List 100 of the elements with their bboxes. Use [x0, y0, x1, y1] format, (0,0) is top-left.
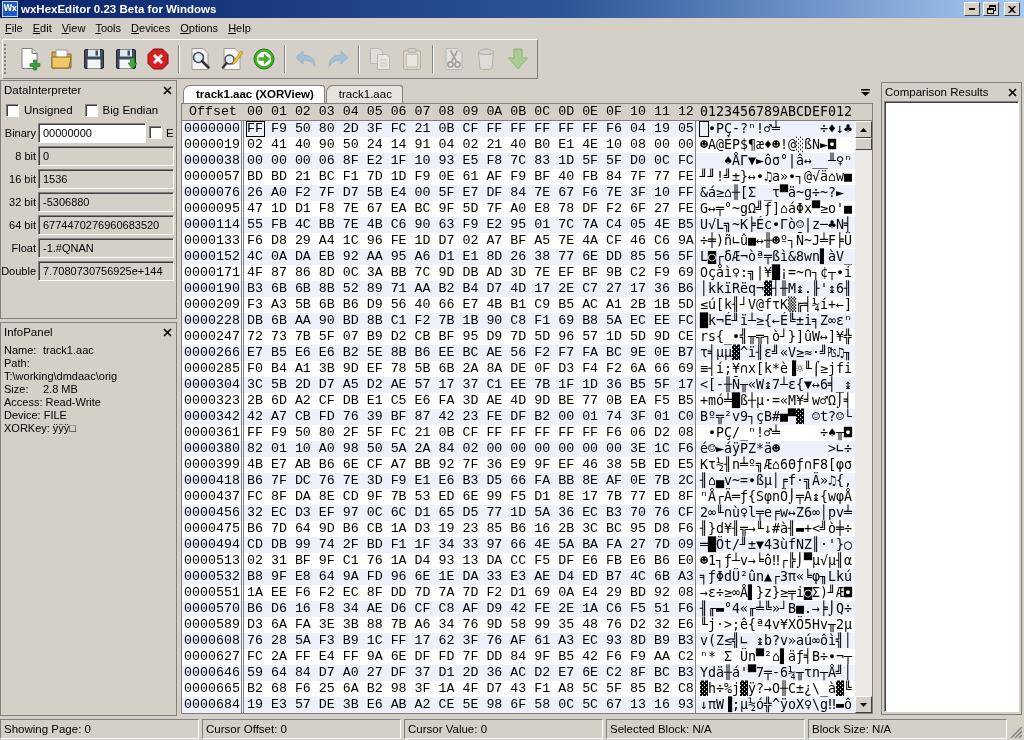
ascii-cell: ╜╜!╝±}↔∙♫a»∙┐@√ä⌂w■ — [696, 169, 855, 185]
hex-cell: DB 6B AA 90 BD 8B C1 F2 7B 1B 90 C8 F1 69 B8 5A EC EE FC — [244, 313, 696, 329]
save-button[interactable] — [82, 47, 106, 71]
offset-cell: 0000000 — [182, 121, 244, 137]
field-label: 64 bit — [8, 218, 36, 231]
ascii-cell: ╢}d¥╢╦→╙↓#à╢▬+<╝ò╪÷ — [696, 521, 855, 537]
ascii-cell: v(Z≤╣∟ ↨b?v»aú∞ôì╣│ — [696, 633, 855, 649]
size-grip-icon[interactable] — [1011, 727, 1022, 738]
readonly-field[interactable]: 1536 — [38, 168, 174, 189]
offset-cell: 0000114 — [182, 217, 244, 233]
arrow-circle-icon — [252, 47, 276, 71]
hex-cell: 4C 0A DA EB 92 AA 95 A6 D1 E1 8D 26 38 77 6E DD 85 56 5F — [244, 249, 696, 265]
hex-cell: 00 00 00 06 8F E2 1F 10 93 E5 F8 7C 83 1D 5F 5F D0 0C FC — [244, 153, 696, 169]
offset-cell: 0000209 — [182, 297, 244, 313]
readonly-field[interactable]: -5306880 — [38, 191, 174, 212]
info-label: Access: — [4, 396, 43, 409]
panel-close-button[interactable] — [1008, 87, 1017, 97]
triangle-down-icon — [860, 702, 867, 707]
field-label: 8 bit — [14, 149, 36, 162]
window-title: wxHexEditor 0.23 Beta for Windows — [21, 3, 218, 15]
readonly-field[interactable]: -1.#QNAN — [38, 237, 174, 258]
checkbox-label: Big Endian — [102, 104, 159, 116]
checkbox-label: Unsigned — [24, 104, 73, 116]
info-label: XORKey: — [4, 422, 50, 435]
open-file-button[interactable] — [50, 47, 74, 71]
hex-cell: 82 01 10 A0 98 50 5A 2A 84 02 00 00 00 00 00 00 3E 1C F6 — [244, 441, 696, 457]
info-label: Device: — [4, 409, 41, 422]
new-file-button[interactable] — [18, 47, 42, 71]
ascii-cell: U√L╗~K╞Éc∙Γò☺|z─♣N╡ — [696, 217, 855, 233]
tab[interactable]: track1.aac — [325, 85, 403, 103]
replace-button[interactable] — [220, 47, 244, 71]
hex-cell: B3 6B 6B 8B 52 89 71 AA B2 B4 D7 4D 17 2E C7 27 17 36 B6 — [244, 281, 696, 297]
tab-list-button[interactable] — [861, 89, 870, 96]
status-field: Cursor Offset: 0 — [202, 718, 401, 739]
offset-cell: 0000627 — [182, 649, 244, 665]
checkbox[interactable] — [149, 126, 162, 139]
hex-cell: B6 7F DC 76 7E 3D F9 E1 E6 B3 D5 66 FA BB 8E AF 0E 7B 2C — [244, 473, 696, 489]
close-button[interactable] — [1004, 2, 1020, 16]
clipboard-icon — [400, 47, 424, 71]
status-field: Cursor Value: 0 — [404, 718, 603, 739]
grip-handle-icon[interactable] — [4, 44, 6, 74]
tab[interactable]: track1.aac (XORView) — [183, 85, 325, 103]
down-arrow-icon — [506, 47, 530, 71]
menu-item[interactable]: Devices — [126, 19, 176, 37]
hex-cell: 3C 5B 2D D7 A5 D2 AE 57 17 37 C1 EE 7B 1F 1D 36 B5 5F 17 — [244, 377, 696, 393]
offset-cell: 0000665 — [182, 681, 244, 697]
scrollbar-thumb[interactable] — [855, 138, 872, 150]
restore-icon — [986, 4, 996, 14]
ascii-cell: é☺►áÿPZ*ä☻ >∟÷ — [696, 441, 855, 457]
status-field: Showing Page: 0 — [0, 718, 199, 739]
magnifier-pencil-icon — [220, 47, 244, 71]
hex-cell: CD DB 99 74 2F BD F1 1F 34 33 97 66 4E 5A BA FA 27 7D 09 — [244, 537, 696, 553]
close-icon — [146, 47, 170, 71]
offset-cell: 0000361 — [182, 425, 244, 441]
panel-title: DataInterpreter — [4, 84, 82, 96]
close-icon — [1008, 87, 1017, 97]
checkbox[interactable] — [84, 103, 98, 117]
find-button[interactable] — [188, 47, 212, 71]
offset-cell: 0000019 — [182, 137, 244, 153]
info-label: Size: — [4, 383, 30, 396]
scroll-up-button[interactable] — [855, 121, 872, 138]
menu-item[interactable]: Help — [223, 19, 256, 37]
checkbox[interactable] — [6, 103, 19, 117]
minimize-button[interactable] — [964, 2, 980, 16]
hex-cell: 19 E3 57 DE 3B E6 AB A2 CE 5E 98 6F 58 0C 5C 67 13 16 93 — [244, 697, 696, 713]
go-to-offset-button[interactable] — [252, 47, 276, 71]
panel-close-button[interactable] — [163, 327, 172, 337]
hex-cell: 4F 87 86 8D 0C 3A BB 7C 9D DB AD 3D 7E EF BF 9B C2 F9 69 — [244, 265, 696, 281]
offset-cell: 0000095 — [182, 201, 244, 217]
hex-cell: 02 31 BF 9F C1 76 1A D4 93 13 DA CC F5 DF E6 FB E6 B6 E0 — [244, 553, 696, 569]
save-as-button[interactable] — [114, 47, 138, 71]
menu-item[interactable]: File — [0, 19, 28, 37]
offset-cell: 0000152 — [182, 249, 244, 265]
offset-cell: 0000380 — [182, 441, 244, 457]
ascii-cell: L◙┌δÆ¬òª╤ßì&8wn▌àV_ — [696, 249, 855, 265]
menu-item[interactable]: Tools — [90, 19, 127, 37]
readonly-field[interactable]: 0 — [38, 145, 174, 166]
ascii-cell: Bº╦²v9┐çB#■▀▓ ☺t?☺└ — [696, 409, 855, 425]
scroll-down-button[interactable] — [855, 696, 872, 713]
offset-cell: 0000551 — [182, 585, 244, 601]
offset-cell: 0000247 — [182, 329, 244, 345]
ascii-cell: ∙PÇ-?ⁿ!♂╧ ÷♦↓♣ — [696, 121, 855, 137]
minimize-icon — [969, 8, 975, 10]
info-value: 2.8 MB — [43, 383, 78, 396]
menu-item[interactable]: Options — [175, 19, 224, 37]
close-file-button[interactable] — [146, 47, 170, 71]
checkbox-label: E — [166, 126, 174, 139]
panel-close-button[interactable] — [163, 85, 172, 95]
readonly-field[interactable]: 7.7080730756925e+144 — [38, 260, 174, 281]
menu-item[interactable]: Edit — [27, 19, 57, 37]
offset-cell: 0000456 — [182, 505, 244, 521]
readonly-field[interactable]: 6774470276960683520 — [38, 214, 174, 235]
menu-item[interactable]: View — [56, 19, 91, 37]
restore-button[interactable] — [983, 2, 999, 16]
hex-cell: 76 28 5A F3 B9 1C FF 17 62 3F 76 AF 61 A3 EC 93 8D B9 B3 — [244, 633, 696, 649]
close-icon — [163, 85, 172, 95]
hex-cell: 32 EC D3 EF 97 0C 6C D1 65 D5 77 1D 5A 36 EC B3 70 76 CF — [244, 505, 696, 521]
ascii-cell: ♠ÅΓ▼►ôσ°|â↔__╨♀ⁿ — [696, 153, 855, 169]
info-value: track1.aac — [43, 344, 94, 357]
input-field[interactable]: 00000000 — [38, 122, 146, 143]
